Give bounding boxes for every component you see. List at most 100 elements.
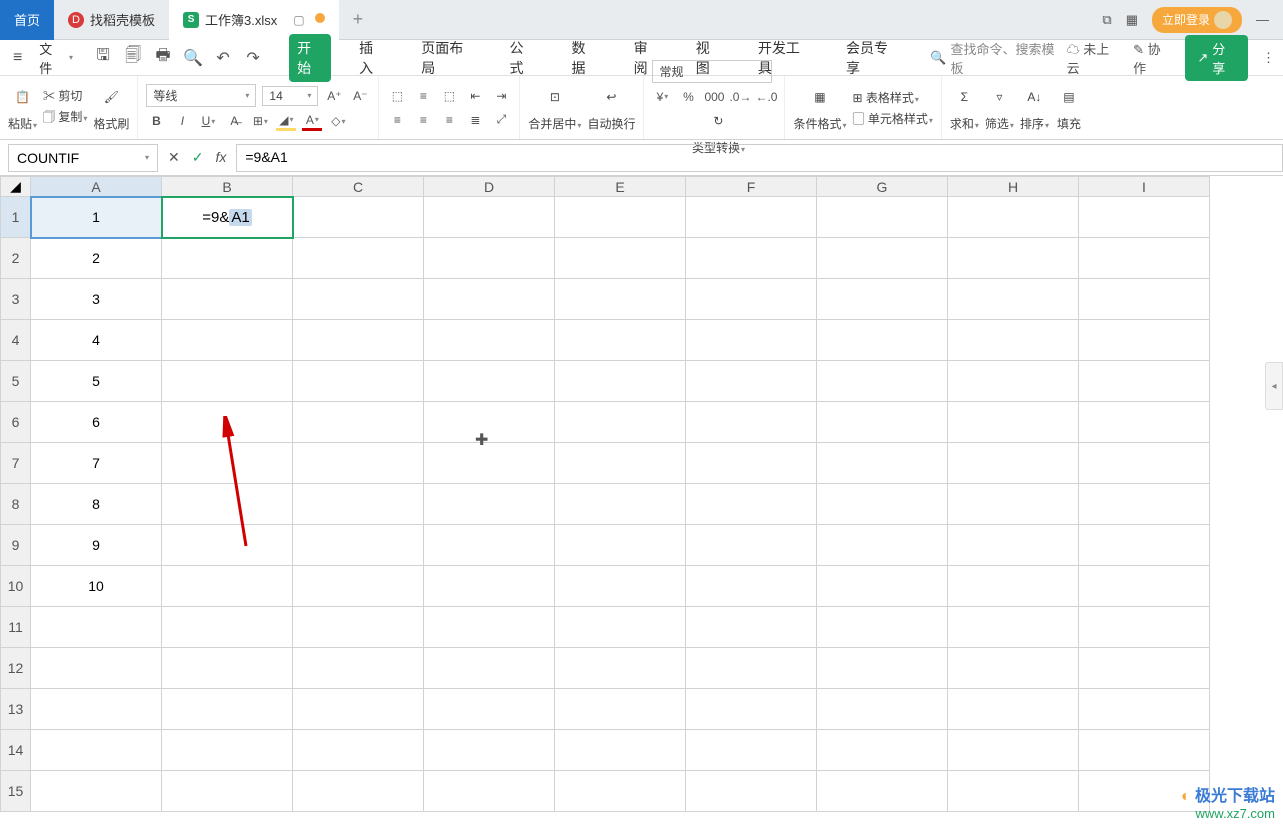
cell[interactable] [948,771,1079,812]
cell[interactable] [293,402,424,443]
cell[interactable] [424,238,555,279]
row-header[interactable]: 13 [1,689,31,730]
cell[interactable] [817,238,948,279]
cell[interactable] [424,771,555,812]
cell[interactable] [293,525,424,566]
format-brush-icon[interactable]: 🖌 [97,83,125,111]
row-header[interactable]: 9 [1,525,31,566]
cell[interactable] [948,607,1079,648]
cell[interactable] [555,279,686,320]
cell[interactable] [817,279,948,320]
cloud-status[interactable]: ☁ 未上云 [1067,39,1120,77]
cell[interactable] [686,566,817,607]
cell[interactable] [948,238,1079,279]
cell[interactable] [424,361,555,402]
tab-page-layout[interactable]: 页面布局 [413,34,481,82]
col-header-d[interactable]: D [424,177,555,197]
cell[interactable] [162,607,293,648]
cell[interactable] [424,689,555,730]
row-header[interactable]: 6 [1,402,31,443]
cell[interactable] [162,771,293,812]
cell[interactable] [424,197,555,238]
cell[interactable] [686,730,817,771]
cell[interactable] [817,730,948,771]
col-header-h[interactable]: H [948,177,1079,197]
tab-formula[interactable]: 公式 [501,34,543,82]
row-header[interactable]: 1 [1,197,31,238]
align-left-icon[interactable]: ≡ [387,110,407,130]
cell[interactable] [1079,525,1210,566]
cell[interactable] [1079,648,1210,689]
merge-center-icon[interactable]: ⊡ [541,83,569,111]
formula-input[interactable]: =9&A1 [236,144,1283,172]
copy-button[interactable]: 🗍 复制▾ [43,108,87,129]
cell[interactable] [1079,443,1210,484]
cell[interactable]: 4 [31,320,162,361]
cell[interactable] [424,648,555,689]
cell[interactable] [424,443,555,484]
indent-increase-icon[interactable]: ⇥ [491,86,511,106]
cell[interactable]: 10 [31,566,162,607]
cell[interactable] [555,525,686,566]
cell[interactable] [817,484,948,525]
cancel-formula-icon[interactable]: ✕ [168,149,180,166]
fill-color-icon[interactable]: ◢▾ [276,111,296,131]
print-icon[interactable]: 🖶 [153,48,173,68]
cell[interactable] [817,361,948,402]
cell[interactable] [293,443,424,484]
fill-icon[interactable]: ▤ [1055,83,1083,111]
cell[interactable] [1079,279,1210,320]
border-icon[interactable]: ⊞▾ [250,111,270,131]
align-top-icon[interactable]: ⬚ [387,86,407,106]
cell[interactable] [1079,402,1210,443]
save-icon[interactable]: 🖫 [93,48,113,68]
tab-start[interactable]: 开始 [289,34,331,82]
cell[interactable] [686,320,817,361]
cell[interactable] [686,238,817,279]
cell[interactable]: 5 [31,361,162,402]
col-header-e[interactable]: E [555,177,686,197]
orientation-icon[interactable]: ⤢ [491,110,511,130]
bold-icon[interactable]: B [146,111,166,131]
col-header-c[interactable]: C [293,177,424,197]
accept-formula-icon[interactable]: ✓ [192,149,204,166]
paste-icon[interactable]: 📋 [9,83,37,111]
cell[interactable] [686,443,817,484]
cell[interactable] [817,648,948,689]
cell[interactable] [555,566,686,607]
cell[interactable] [1079,484,1210,525]
workspace-icon[interactable]: ⧉ [1102,12,1111,28]
add-tab-button[interactable]: + [339,9,378,30]
font-name-select[interactable]: 等线▾ [146,84,256,107]
cell[interactable] [817,320,948,361]
cell[interactable] [686,402,817,443]
number-format-select[interactable]: 常规▾ [652,60,772,83]
cell[interactable]: 2 [31,238,162,279]
cell[interactable] [424,320,555,361]
tab-member[interactable]: 会员专享 [838,34,906,82]
cell[interactable] [162,320,293,361]
cell[interactable] [948,443,1079,484]
thousands-icon[interactable]: 000 [704,87,724,107]
cell[interactable] [817,402,948,443]
cell[interactable] [555,402,686,443]
cell[interactable] [424,525,555,566]
cell[interactable] [162,648,293,689]
table-style-button[interactable]: ⊞ 表格样式▾ [852,89,932,106]
col-header-g[interactable]: G [817,177,948,197]
align-center-icon[interactable]: ≡ [413,110,433,130]
cell[interactable] [686,484,817,525]
cond-format-icon[interactable]: ▦ [806,83,834,111]
strikethrough-icon[interactable]: A̶ [224,111,244,131]
command-search[interactable]: 🔍 查找命令、搜索模板 [930,39,1062,77]
cell[interactable] [293,689,424,730]
type-convert-icon[interactable]: ↻ [704,107,732,135]
cell[interactable] [555,730,686,771]
tab-data[interactable]: 数据 [564,34,606,82]
menu-icon[interactable]: ≡ [8,48,27,68]
presenter-icon[interactable]: ▢ [293,13,304,27]
cell[interactable] [948,484,1079,525]
cell[interactable] [948,361,1079,402]
cell[interactable] [293,238,424,279]
cell[interactable] [162,730,293,771]
